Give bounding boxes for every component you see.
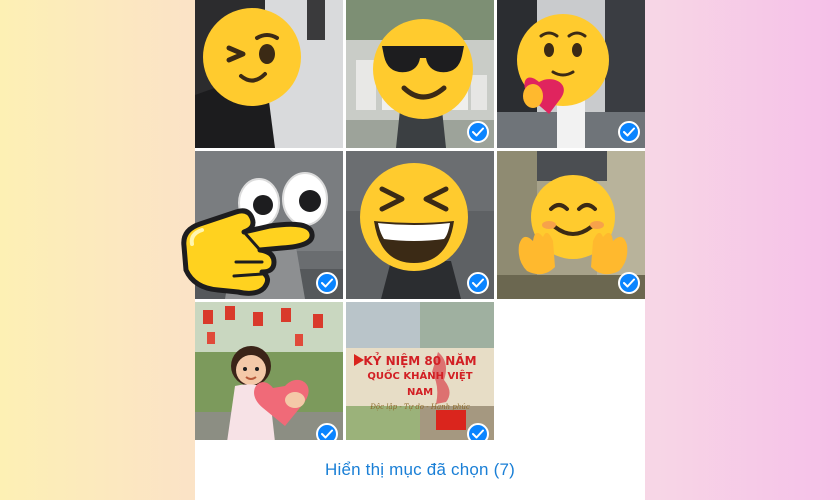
poster-motto: Độc lập - Tự do - Hạnh phúc bbox=[370, 403, 470, 411]
pointing-hand-icon bbox=[181, 208, 315, 296]
picker-footer: Hiển thị mục đã chọn (7) bbox=[195, 440, 645, 500]
photo-tile-8[interactable]: KỶ NIỆM 80 NĂM QUỐC KHÁNH VIỆT NAM Độc l… bbox=[346, 302, 494, 450]
photo-tile-1[interactable] bbox=[195, 0, 343, 148]
selected-checkmark-icon bbox=[618, 121, 640, 143]
photo-tile-7[interactable] bbox=[195, 302, 343, 450]
selected-checkmark-icon bbox=[467, 272, 489, 294]
poster-title-line2: QUỐC KHÁNH VIỆT NAM bbox=[367, 371, 473, 398]
poster-title-line1: KỶ NIỆM 80 NĂM bbox=[363, 354, 477, 368]
photo-tile-3[interactable] bbox=[497, 0, 645, 148]
photo-tile-5[interactable] bbox=[346, 151, 494, 299]
smiling-face-with-sunglasses-icon bbox=[373, 19, 473, 119]
face-holding-heart-icon bbox=[517, 14, 609, 114]
selected-checkmark-icon bbox=[618, 272, 640, 294]
anniversary-poster: KỶ NIỆM 80 NĂM QUỐC KHÁNH VIỆT NAM Độc l… bbox=[354, 354, 486, 413]
photo-tile-6[interactable] bbox=[497, 151, 645, 299]
show-selected-button[interactable]: Hiển thị mục đã chọn (7) bbox=[325, 460, 515, 480]
photo-tile-2[interactable] bbox=[346, 0, 494, 148]
winking-face-icon bbox=[203, 8, 301, 106]
smiling-face-open-hands-icon bbox=[518, 175, 628, 275]
grinning-squinting-face-icon bbox=[360, 163, 468, 271]
selected-checkmark-icon bbox=[467, 121, 489, 143]
cartoon-girl-with-heart-icon bbox=[227, 346, 309, 442]
selected-checkmark-icon bbox=[316, 272, 338, 294]
